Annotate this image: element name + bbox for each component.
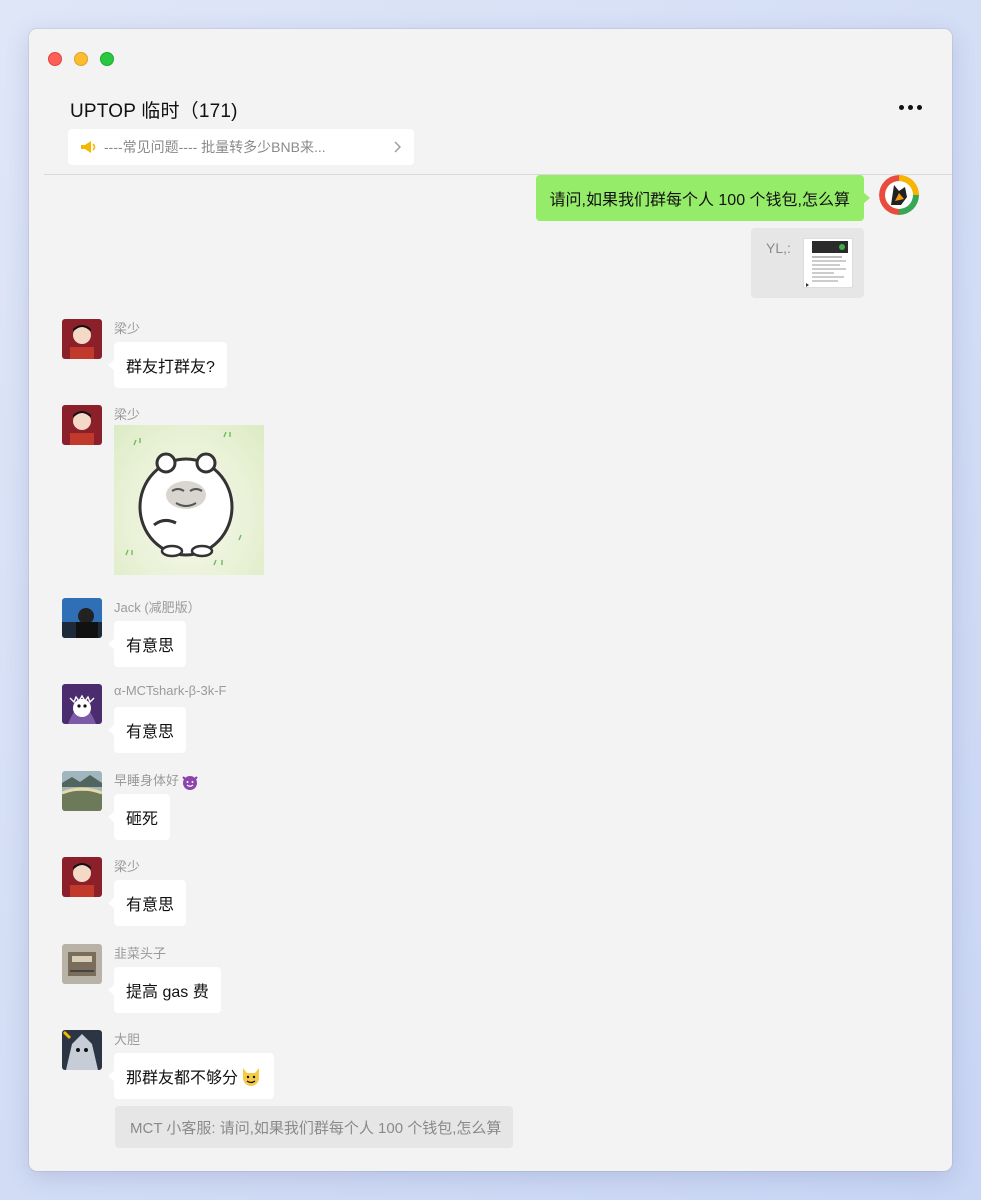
avatar[interactable] [62,598,102,638]
fox-avatar-icon [879,175,919,215]
sender-name: 大胆 [114,1032,141,1047]
self-message-bubble[interactable]: 请问,如果我们群每个人 100 个钱包,怎么算 [535,175,871,221]
bear-sticker[interactable] [114,425,264,575]
cat-emoji-icon [243,1068,260,1086]
quote-label: YL,: [766,240,791,256]
sender-name: 梁少 [114,407,141,422]
avatar[interactable] [62,771,102,811]
avatar[interactable] [62,1030,102,1070]
sender-name: 早睡身体好 [114,770,199,791]
notice-text: ----常见问题---- 批量转多少BNB来... [104,139,326,155]
window-controls [48,52,114,66]
close-window-button[interactable] [48,52,62,66]
group-notice-bar[interactable]: ----常见问题---- 批量转多少BNB来... [68,129,414,165]
avatar[interactable] [62,319,102,359]
avatar[interactable] [62,857,102,897]
speaker-icon [81,141,96,153]
chat-title: UPTOP 临时（171) [70,101,238,122]
sender-name: 梁少 [114,321,141,336]
sender-name: 梁少 [114,859,141,874]
smiling-devil-emoji-icon [182,775,198,790]
self-quoted-image[interactable]: YL,: [751,228,864,298]
minimize-window-button[interactable] [74,52,88,66]
avatar[interactable] [62,684,102,724]
chat-window: UPTOP 临时（171) ----常见问题---- 批量转多少BNB来... … [29,29,952,1171]
avatar[interactable] [62,405,102,445]
sender-name: Jack (减肥版） [114,600,201,615]
chevron-right-icon [394,141,401,153]
quoted-reply[interactable]: MCT 小客服: 请问,如果我们群每个人 100 个钱包,怎么算 [115,1106,513,1148]
image-thumbnail[interactable] [803,238,853,288]
message-bubble[interactable]: 那群友都不够分 [107,1053,275,1099]
message-bubble[interactable]: 砸死 [107,794,171,840]
message-bubble[interactable]: 有意思 [107,880,187,926]
maximize-window-button[interactable] [100,52,114,66]
avatar[interactable] [62,944,102,984]
self-avatar[interactable] [879,175,919,215]
message-bubble[interactable]: 有意思 [107,621,187,667]
sender-name: 韭菜头子 [114,946,167,961]
message-bubble[interactable]: 有意思 [107,707,187,753]
sender-name: α-MCTshark-β-3k-F [114,683,227,698]
message-bubble[interactable]: 群友打群友? [108,342,227,388]
message-bubble[interactable]: 提高 gas 费 [108,967,221,1013]
more-options-icon[interactable] [899,105,922,110]
